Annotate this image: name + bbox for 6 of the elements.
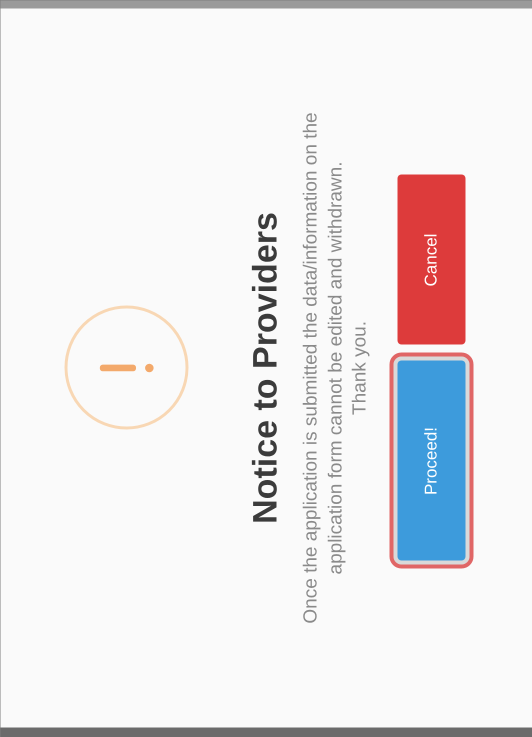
dialog-title: Notice to Providers	[245, 212, 285, 524]
proceed-button[interactable]: Proceed!	[397, 360, 466, 560]
message-text: Once the application is submitted the data/information on the application form cannot be edited and withdrawn.	[299, 110, 347, 626]
closing-text: Thank you.	[349, 320, 370, 414]
cancel-button[interactable]: Cancel	[397, 174, 466, 344]
warning-icon	[64, 306, 188, 430]
